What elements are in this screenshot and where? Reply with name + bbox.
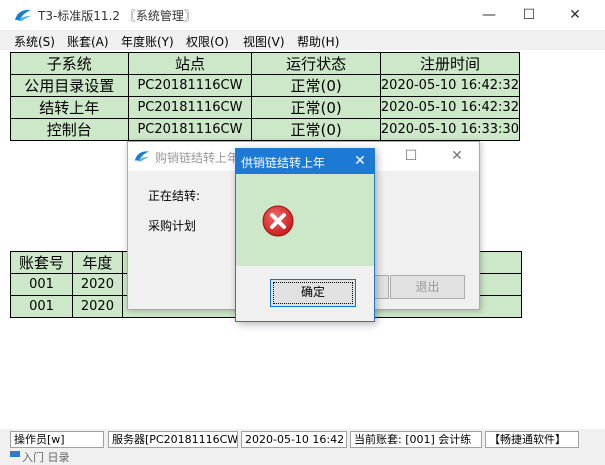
app-logo-icon xyxy=(134,151,150,162)
window-title: T3-标准版11.2 〖系统管理〗 xyxy=(38,9,196,23)
dialog-title: 供销链结转上年 xyxy=(241,156,326,170)
table-header-row: 子系统 站点 运行状态 注册时间 xyxy=(10,52,521,75)
table-cell: 正常(0) xyxy=(251,74,381,97)
menu-permission[interactable]: 权限(O) xyxy=(186,33,229,50)
column-header: 注册时间 xyxy=(379,52,521,75)
error-dialog: 供销链结转上年 ✕ 确定 xyxy=(235,148,375,322)
dialog-title: 购销链结转上年 xyxy=(155,151,240,165)
ok-button[interactable]: 确定 xyxy=(270,279,356,307)
table-row[interactable]: 公用目录设置 PC20181116CW 正常(0) 2020-05-10 16:… xyxy=(10,74,521,97)
status-operator: 操作员[w] xyxy=(10,431,104,448)
close-button[interactable]: ✕ xyxy=(434,142,480,171)
exit-button[interactable]: 退出 xyxy=(390,275,465,299)
column-header: 站点 xyxy=(127,52,253,75)
maximize-button[interactable]: ☐ xyxy=(506,0,552,30)
status-server: 服务器[PC20181116CW] xyxy=(108,431,238,448)
status-account: 当前账套: [001] 会计练 xyxy=(350,431,482,448)
table-cell: 正常(0) xyxy=(251,96,381,119)
focus-rect xyxy=(273,282,353,304)
table-cell: 控制台 xyxy=(10,118,129,141)
folder-icon xyxy=(10,451,20,457)
menu-help[interactable]: 帮助(H) xyxy=(297,33,339,50)
close-button[interactable]: ✕ xyxy=(552,0,598,30)
menu-system[interactable]: 系统(S) xyxy=(14,33,55,50)
column-header: 年度 xyxy=(71,251,123,274)
status-brand: 【畅捷通软件】 xyxy=(485,431,579,448)
app-logo-icon xyxy=(15,9,31,21)
table-row[interactable]: 结转上年 PC20181116CW 正常(0) 2020-05-10 16:42… xyxy=(10,96,521,119)
maximize-button[interactable]: ☐ xyxy=(388,142,434,171)
table-cell: PC20181116CW xyxy=(127,74,253,97)
table-cell: 001 xyxy=(10,295,73,318)
table-cell: PC20181116CW xyxy=(127,96,253,119)
progress-label: 正在结转: xyxy=(148,189,201,203)
table-cell: 结转上年 xyxy=(10,96,129,119)
table-cell: 2020-05-10 16:42:32 xyxy=(379,74,521,97)
table-cell: 2020 xyxy=(71,295,123,318)
subsystem-table: 子系统 站点 运行状态 注册时间 公用目录设置 PC20181116CW 正常(… xyxy=(10,52,521,141)
menu-view[interactable]: 视图(V) xyxy=(243,33,285,50)
menu-account[interactable]: 账套(A) xyxy=(67,33,109,50)
table-row[interactable]: 控制台 PC20181116CW 正常(0) 2020-05-10 16:33:… xyxy=(10,118,521,141)
table-cell: PC20181116CW xyxy=(127,118,253,141)
column-header: 账套号 xyxy=(10,251,73,274)
table-cell: 正常(0) xyxy=(251,118,381,141)
menu-fiscal-year[interactable]: 年度账(Y) xyxy=(121,33,174,50)
table-cell: 2020-05-10 16:33:30 xyxy=(379,118,521,141)
table-cell: 2020 xyxy=(71,273,123,296)
table-cell: 001 xyxy=(10,273,73,296)
table-cell: 公用目录设置 xyxy=(10,74,129,97)
column-header: 运行状态 xyxy=(251,52,381,75)
progress-item: 采购计划 xyxy=(148,219,197,233)
close-button[interactable]: ✕ xyxy=(346,149,374,174)
error-icon xyxy=(262,205,294,237)
column-header: 子系统 xyxy=(10,52,129,75)
status-datetime: 2020-05-10 16:42 xyxy=(241,431,347,448)
table-cell: 2020-05-10 16:42:32 xyxy=(379,96,521,119)
background-text: 入门 日录 xyxy=(22,451,70,464)
